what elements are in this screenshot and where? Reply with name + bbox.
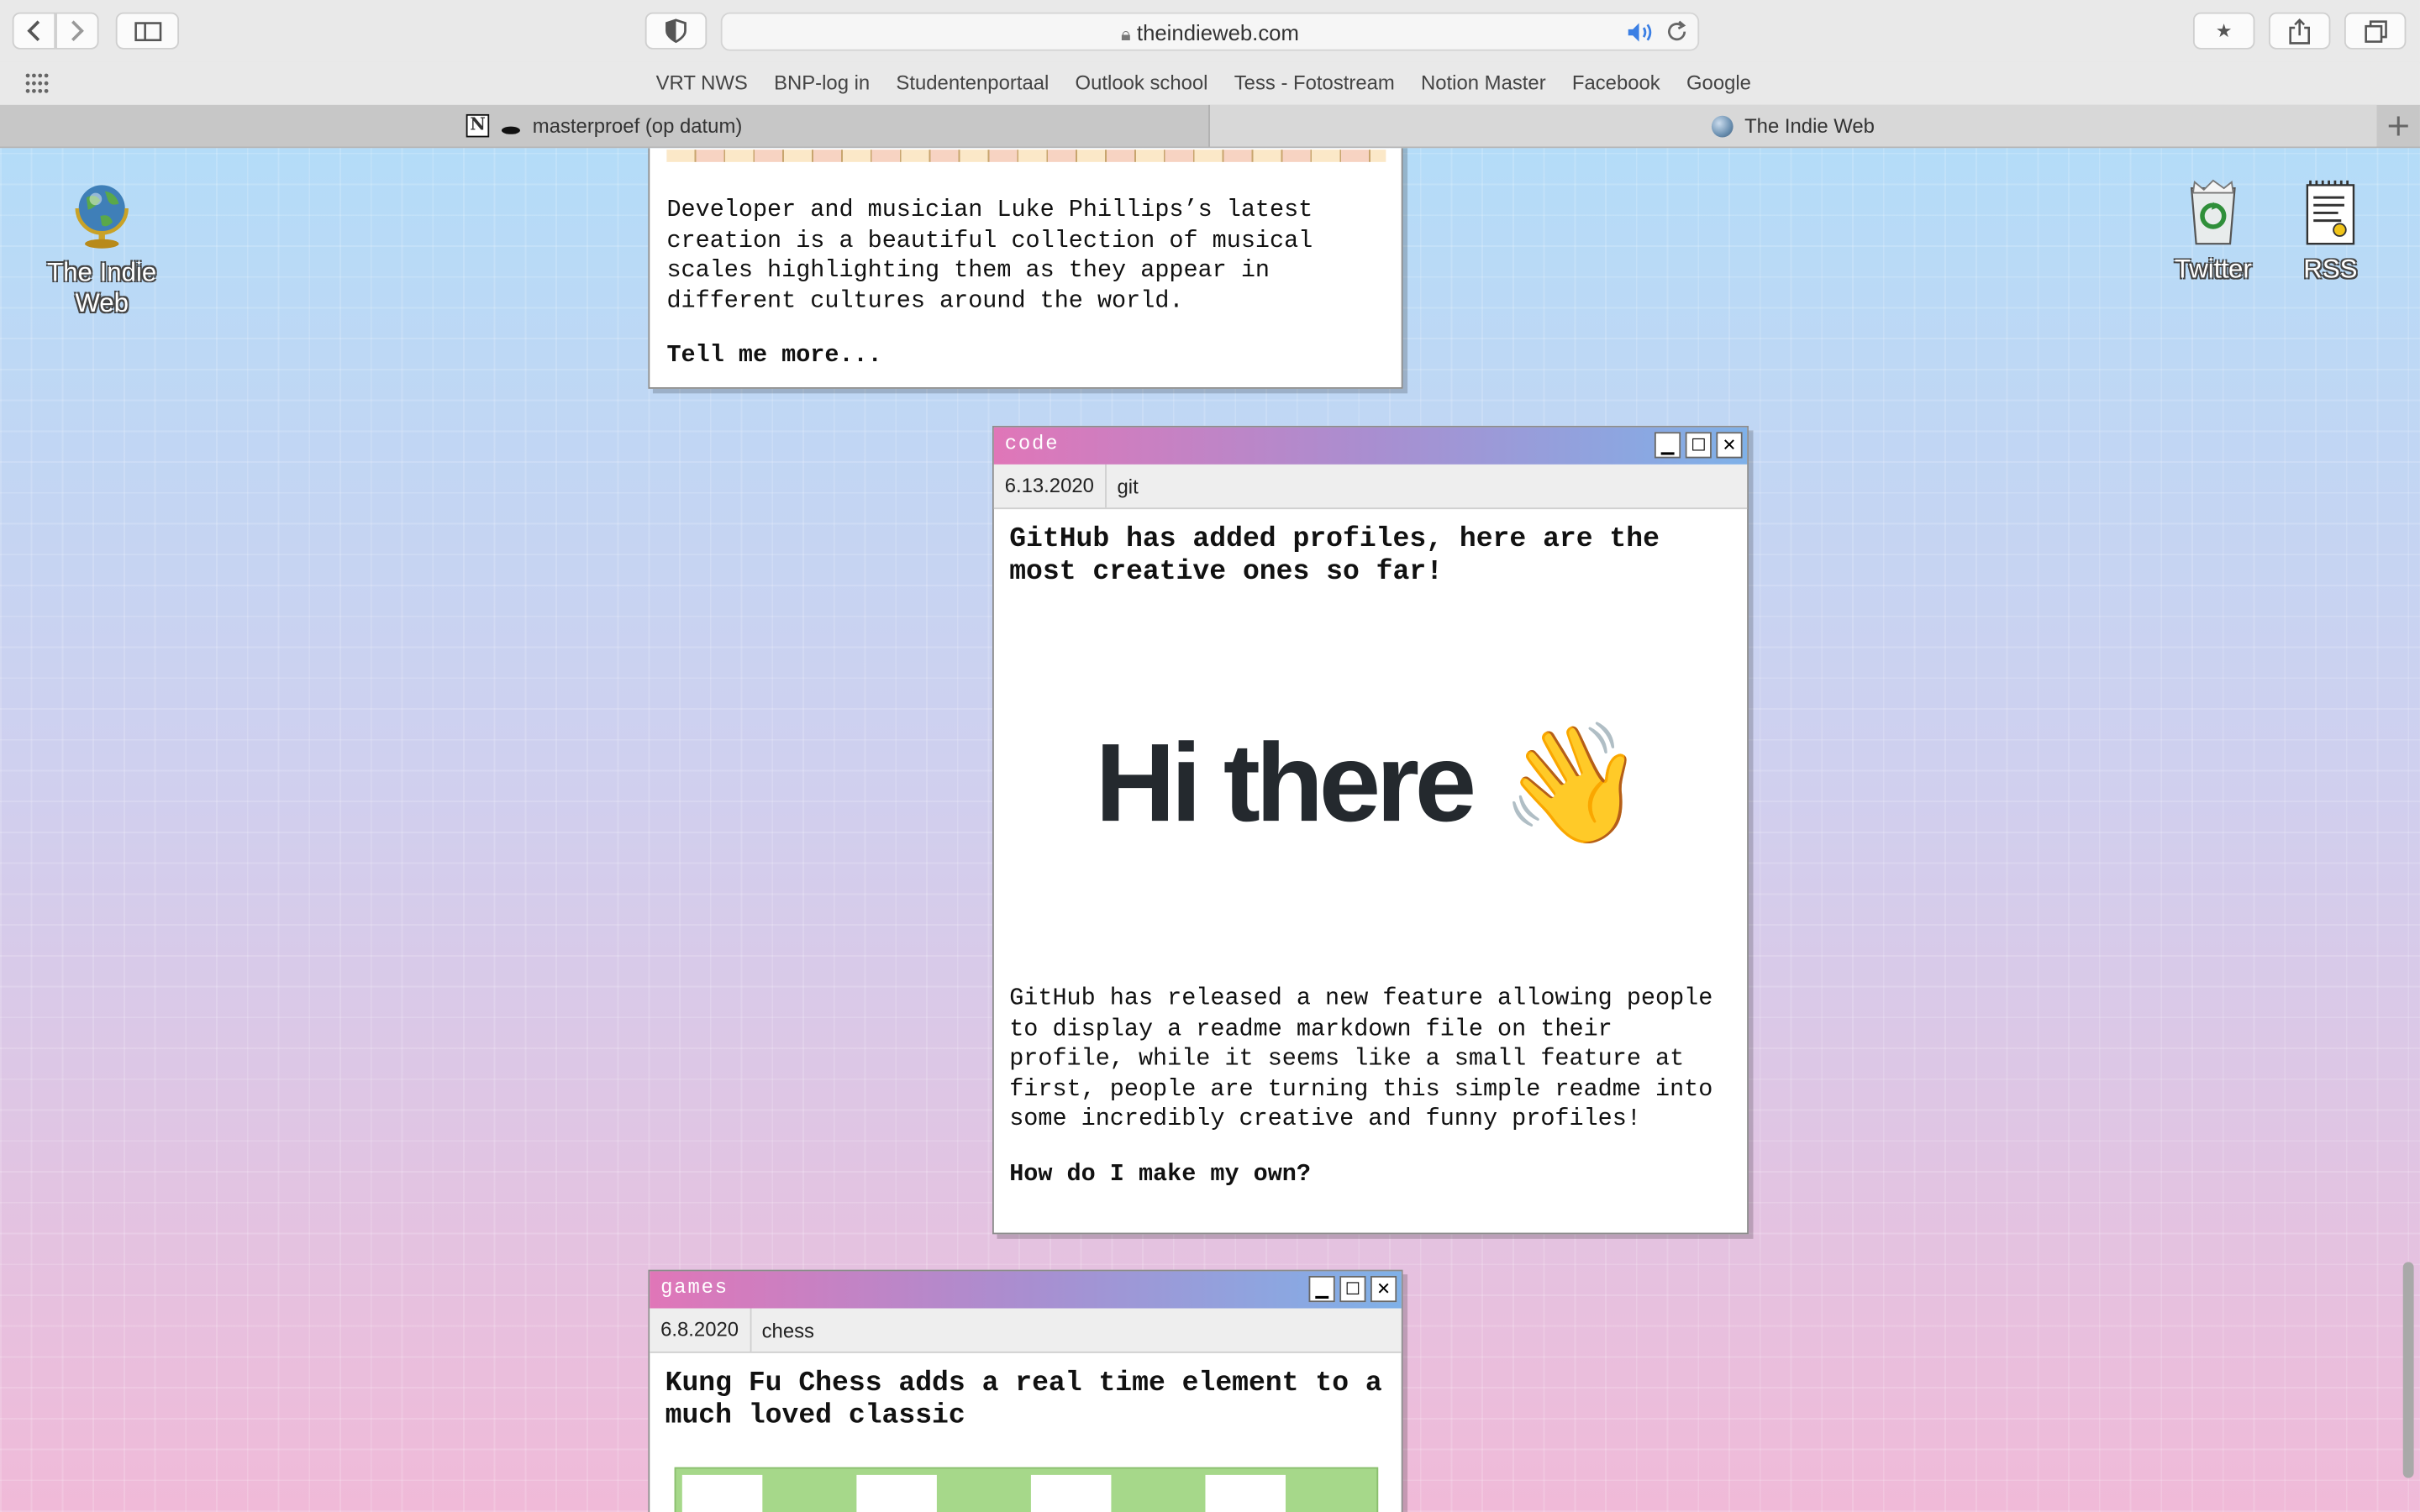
favorite-link[interactable]: Notion Master (1421, 71, 1546, 94)
post-date: 6.8.2020 (650, 1308, 751, 1352)
tabs-icon (2364, 19, 2386, 42)
maximize-icon: ☐ (1344, 1278, 1360, 1299)
post-window-music: Developer and musician Luke Phillips’s l… (648, 148, 1403, 389)
back-button[interactable] (12, 12, 56, 50)
reload-icon[interactable] (1665, 20, 1689, 44)
desktop-icon-twitter[interactable]: Twitter (2149, 179, 2278, 286)
post-meta: 6.13.2020 git (993, 464, 1748, 510)
window-titlebar[interactable]: games ▁ ☐ ✕ (650, 1271, 1402, 1309)
window-title: games (660, 1275, 729, 1299)
post-date: 6.13.2020 (994, 464, 1107, 508)
post-body: Developer and musician Luke Phillips’s l… (666, 196, 1313, 314)
favorite-link[interactable]: Tess - Fotostream (1234, 71, 1395, 94)
post-body: GitHub has released a new feature allowi… (1009, 984, 1713, 1133)
ink-icon (502, 126, 521, 134)
notepad-icon (2306, 180, 2355, 245)
close-button[interactable]: ✕ (1716, 432, 1743, 459)
favorites-bar: VRT NWS BNP-log in Studentenportaal Outl… (0, 61, 2420, 107)
desktop-icon-label: RSS (2303, 255, 2358, 284)
globe-icon (1712, 114, 1734, 137)
tab-indie-web[interactable]: The Indie Web (1209, 104, 2377, 147)
forward-button[interactable] (55, 12, 99, 50)
maximize-button[interactable]: ☐ (1339, 1275, 1366, 1303)
privacy-report-button[interactable] (644, 12, 708, 50)
desktop-icon-home[interactable]: The Indie Web (37, 179, 166, 319)
favorite-link[interactable]: VRT NWS (656, 71, 748, 94)
favorite-link[interactable]: Facebook (1572, 71, 1660, 94)
chevron-right-icon (71, 20, 84, 42)
close-button[interactable]: ✕ (1370, 1275, 1397, 1303)
window-title: code (1004, 432, 1060, 455)
minimize-button[interactable]: ▁ (1308, 1275, 1335, 1303)
page-scrollbar[interactable] (2402, 1262, 2414, 1478)
read-more-link[interactable]: Tell me more... (666, 341, 1386, 369)
desktop-area: The Indie Web Twitter RSS Developer and … (0, 148, 2420, 1512)
chessboard-image (674, 1467, 1379, 1512)
recycle-bin-icon (2190, 179, 2236, 245)
lock-icon: 🔒︎ (1121, 23, 1131, 45)
post-title[interactable]: Kung Fu Chess adds a real time element t… (666, 1368, 1386, 1433)
close-icon: ✕ (1376, 1278, 1392, 1299)
maximize-icon: ☐ (1691, 434, 1707, 455)
reader-button[interactable]: ★ (2192, 12, 2255, 50)
post-window-code: code ▁ ☐ ✕ 6.13.2020 git GitHub has adde… (992, 425, 1749, 1235)
share-button[interactable] (2268, 12, 2331, 50)
read-more-link[interactable]: How do I make my own? (1009, 1159, 1732, 1187)
desktop-icon-rss[interactable]: RSS (2265, 179, 2395, 286)
hi-there-text: Hi there (1095, 722, 1476, 846)
favorite-link[interactable]: BNP-log in (774, 71, 870, 94)
minimize-icon: ▁ (1660, 434, 1675, 455)
share-icon (2289, 18, 2310, 44)
shield-icon (666, 18, 687, 44)
post-meta: 6.8.2020 chess (650, 1308, 1402, 1353)
minimize-icon: ▁ (1315, 1278, 1328, 1299)
apps-grid-icon[interactable] (24, 72, 50, 94)
post-title[interactable]: GitHub has added profiles, here are the … (1009, 524, 1732, 589)
url-text: theindieweb.com (1136, 19, 1299, 45)
tab-label: masterproef (op datum) (532, 113, 743, 138)
tab-masterproef[interactable]: N masterproef (op datum) (0, 104, 1210, 147)
new-tab-button[interactable]: + (2377, 105, 2420, 147)
waving-hand-icon: 👋 (1499, 714, 1646, 852)
browser-toolbar: 🔒︎ theindieweb.com ★ (0, 0, 2420, 64)
tab-bar: N masterproef (op datum) The Indie Web + (0, 104, 2420, 149)
globe-icon (75, 185, 129, 249)
tab-label: The Indie Web (1744, 113, 1875, 138)
address-bar[interactable]: 🔒︎ theindieweb.com (720, 12, 1700, 51)
post-category[interactable]: chess (751, 1318, 825, 1341)
tab-overview-button[interactable] (2344, 12, 2407, 50)
desktop-icon-label: The Indie Web (47, 257, 157, 318)
minimize-button[interactable]: ▁ (1654, 432, 1681, 459)
hi-there-image: Hi there 👋 (1009, 614, 1732, 953)
notion-icon: N (466, 113, 490, 138)
post-window-games: games ▁ ☐ ✕ 6.8.2020 chess Kung Fu Chess… (648, 1269, 1403, 1512)
speaker-icon[interactable] (1627, 22, 1655, 44)
close-icon: ✕ (1722, 434, 1737, 455)
favorite-link[interactable]: Studentenportaal (896, 71, 1049, 94)
desktop-icon-label: Twitter (2174, 255, 2252, 284)
window-titlebar[interactable]: code ▁ ☐ ✕ (993, 427, 1748, 465)
post-category[interactable]: git (1107, 475, 1150, 498)
favorite-link[interactable]: Google (1686, 71, 1751, 94)
star-icon: ★ (2215, 19, 2233, 42)
scales-image (666, 150, 1386, 162)
maximize-button[interactable]: ☐ (1685, 432, 1712, 459)
sidebar-toggle-button[interactable] (115, 12, 180, 50)
chevron-left-icon (27, 20, 40, 42)
favorite-link[interactable]: Outlook school (1076, 71, 1208, 94)
sidebar-icon (134, 21, 161, 41)
